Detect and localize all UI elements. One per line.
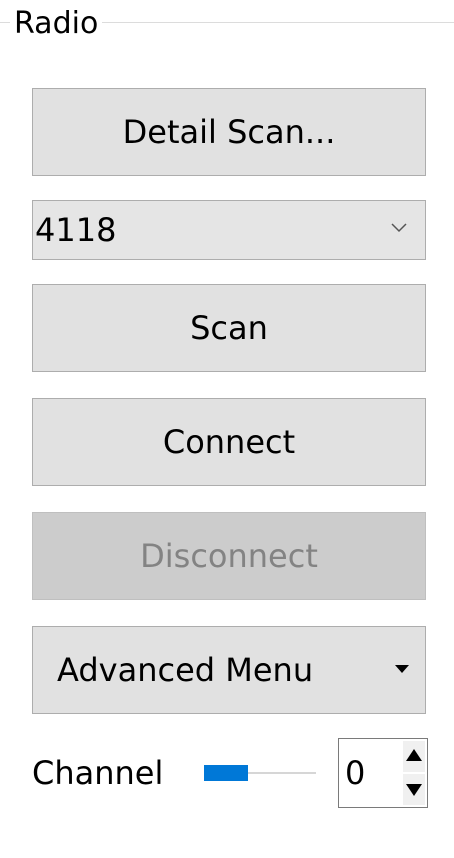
channel-value[interactable]: 0 — [345, 753, 365, 793]
device-select-value: 4118 — [35, 211, 117, 249]
device-select[interactable]: 4118 — [32, 200, 426, 260]
scan-button[interactable]: Scan — [32, 284, 426, 372]
chevron-down-icon — [391, 223, 407, 233]
channel-spinbox[interactable]: 0 — [338, 738, 428, 808]
slider-thumb[interactable] — [204, 765, 248, 781]
advanced-menu-label: Advanced Menu — [57, 651, 314, 689]
disconnect-button: Disconnect — [32, 512, 426, 600]
spin-up-icon[interactable] — [403, 741, 425, 772]
channel-label: Channel — [32, 754, 164, 792]
connect-button[interactable]: Connect — [32, 398, 426, 486]
channel-slider[interactable] — [204, 756, 316, 790]
advanced-menu-button[interactable]: Advanced Menu — [32, 626, 426, 714]
spin-down-icon[interactable] — [403, 774, 425, 805]
detail-scan-button[interactable]: Detail Scan... — [32, 88, 426, 176]
spin-arrows — [403, 741, 425, 805]
caret-down-icon — [395, 665, 409, 673]
radio-groupbox: Radio Detail Scan... 4118 Scan Connect D… — [0, 0, 454, 858]
group-title: Radio — [10, 6, 103, 42]
